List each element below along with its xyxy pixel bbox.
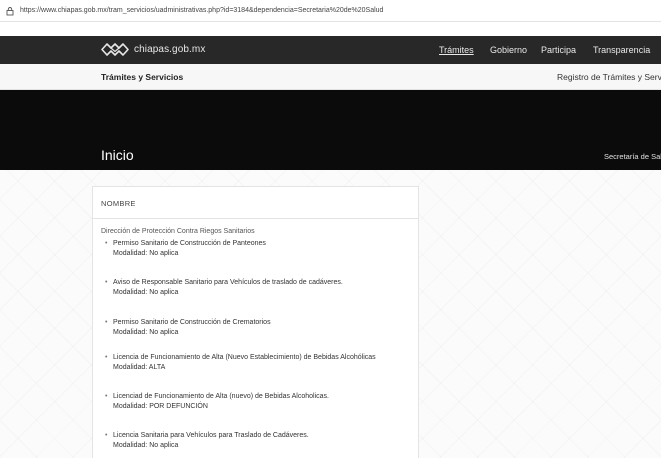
procedure-link[interactable]: Licencia de Funcionamiento de Alta (Nuev… bbox=[113, 354, 376, 361]
list-item: • Aviso de Responsable Sanitario para Veh… bbox=[105, 279, 343, 296]
procedure-link[interactable]: Licencia Sanitaria para Vehículos para T… bbox=[113, 432, 309, 439]
procedure-modality: Modalidad: No aplica bbox=[113, 250, 179, 257]
nav-link-transparencia[interactable]: Transparencia bbox=[593, 45, 650, 55]
url-text[interactable]: https://www.chiapas.gob.mx/tram_servicio… bbox=[20, 7, 383, 14]
bullet-icon: • bbox=[105, 354, 108, 361]
card-header: NOMBRE bbox=[93, 187, 418, 219]
procedure-modality: Modalidad: No aplica bbox=[113, 442, 179, 449]
procedure-link[interactable]: Permiso Sanitario de Construcción de Cre… bbox=[113, 319, 271, 326]
list-item: • Permiso Sanitario de Construcción de Cr… bbox=[105, 319, 271, 336]
address-bar[interactable]: https://www.chiapas.gob.mx/tram_servicio… bbox=[0, 0, 661, 22]
section-title[interactable]: Trámites y Servicios bbox=[101, 72, 183, 82]
nav-link-gobierno[interactable]: Gobierno bbox=[490, 45, 527, 55]
bullet-icon: • bbox=[105, 240, 108, 247]
procedure-modality: Modalidad: No aplica bbox=[113, 289, 179, 296]
bullet-icon: • bbox=[105, 279, 108, 286]
column-header-nombre: NOMBRE bbox=[101, 199, 136, 208]
nav-links: Trámites Gobierno Participa Transparenci… bbox=[0, 45, 661, 59]
procedures-card: NOMBRE Dirección de Protección Contra Ri… bbox=[92, 186, 419, 458]
procedure-link[interactable]: Aviso de Responsable Sanitario para Vehí… bbox=[113, 279, 343, 286]
procedure-link[interactable]: Permiso Sanitario de Construcción de Pan… bbox=[113, 240, 266, 247]
list-item: • Permiso Sanitario de Construcción de Pa… bbox=[105, 240, 266, 257]
page-title: Inicio bbox=[101, 147, 134, 163]
nav-link-tramites[interactable]: Trámites bbox=[439, 45, 474, 55]
list-item: • Licencia de Funcionamiento de Alta (Nue… bbox=[105, 354, 376, 371]
bullet-icon: • bbox=[105, 393, 108, 400]
department-name: Dirección de Protección Contra Riegos Sa… bbox=[101, 228, 255, 235]
lock-icon bbox=[6, 6, 14, 15]
procedure-modality: Modalidad: ALTA bbox=[113, 364, 166, 371]
registry-link[interactable]: Registro de Trámites y Servici bbox=[557, 72, 661, 82]
procedure-modality: Modalidad: POR DEFUNCIÓN bbox=[113, 403, 208, 410]
hero-banner: Inicio Secretaría de Salu bbox=[0, 90, 661, 170]
list-item: • Licencia Sanitaria para Vehículos para … bbox=[105, 432, 309, 449]
breadcrumb[interactable]: Secretaría de Salu bbox=[604, 152, 661, 161]
site-navbar: chiapas.gob.mx Trámites Gobierno Partici… bbox=[0, 36, 661, 64]
procedure-modality: Modalidad: No aplica bbox=[113, 329, 179, 336]
sub-header: Trámites y Servicios Registro de Trámite… bbox=[0, 64, 661, 90]
procedure-link[interactable]: Licenciad de Funcionamiento de Alta (nue… bbox=[113, 393, 329, 400]
bullet-icon: • bbox=[105, 432, 108, 439]
list-item: • Licenciad de Funcionamiento de Alta (nu… bbox=[105, 393, 329, 410]
nav-link-participa[interactable]: Participa bbox=[541, 45, 576, 55]
bullet-icon: • bbox=[105, 319, 108, 326]
